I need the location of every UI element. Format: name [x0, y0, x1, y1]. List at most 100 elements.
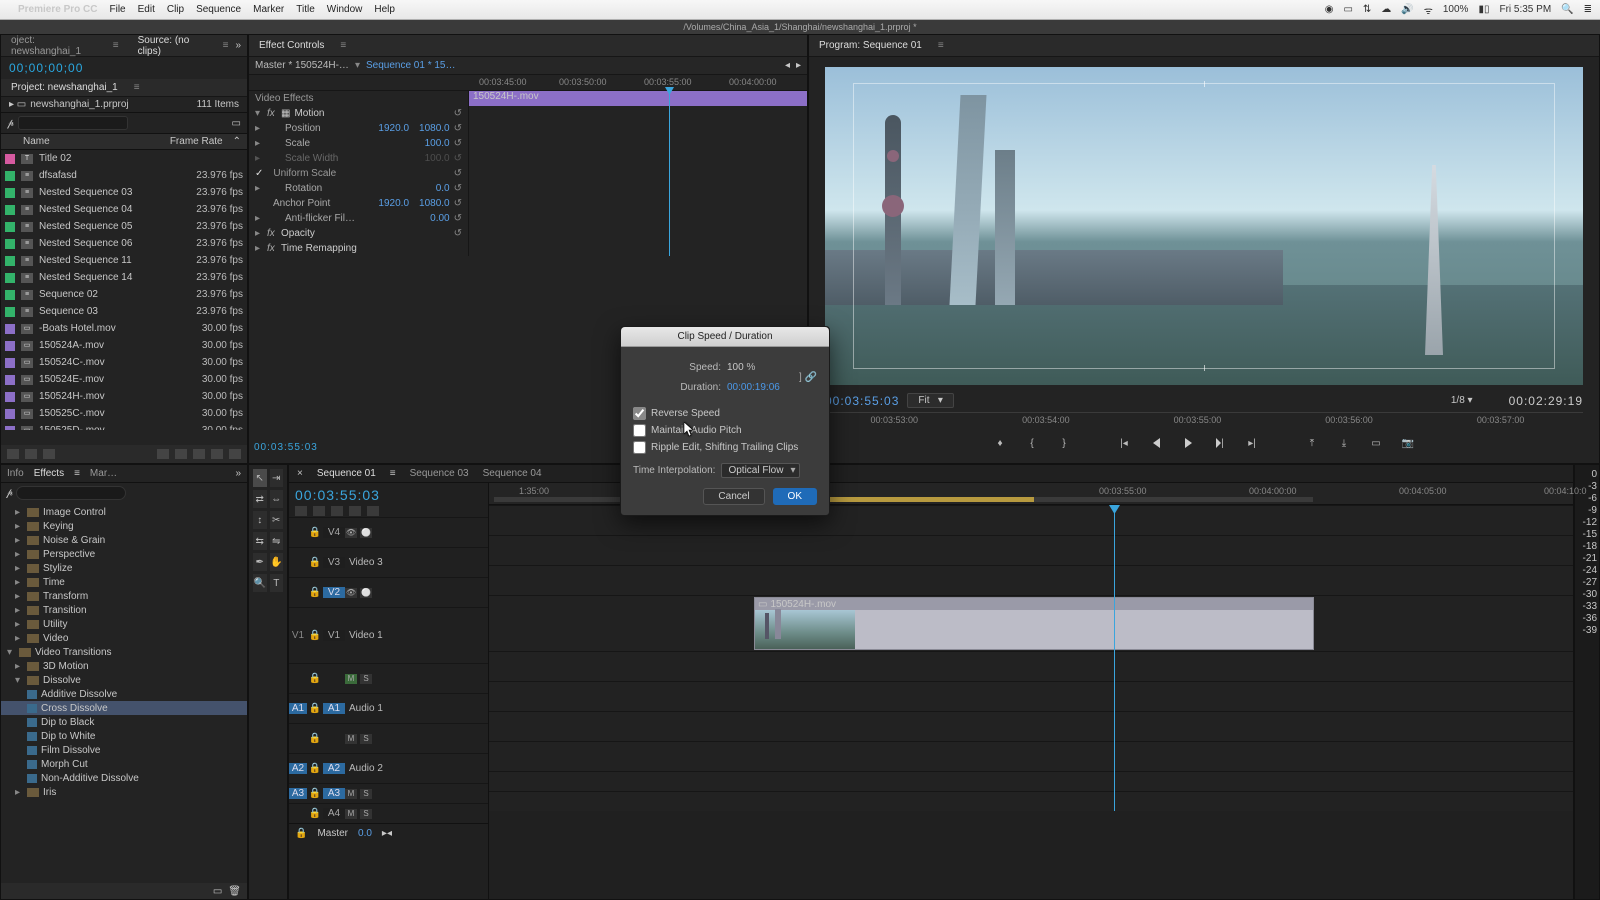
- play-icon[interactable]: [1179, 436, 1197, 450]
- reset-icon[interactable]: ↺: [454, 168, 462, 179]
- track-target[interactable]: A1: [323, 703, 345, 714]
- extract-icon[interactable]: ⤓: [1335, 436, 1353, 450]
- track-select-tool-icon[interactable]: ⇥: [270, 469, 284, 487]
- new-bin-icon[interactable]: ▭: [232, 118, 241, 129]
- reset-icon[interactable]: ↺: [454, 228, 462, 239]
- linked-selection-icon[interactable]: [313, 506, 325, 516]
- effect-preset[interactable]: Morph Cut: [1, 757, 247, 771]
- status-icon[interactable]: ◉: [1325, 4, 1334, 15]
- lock-icon[interactable]: 🔒: [307, 808, 323, 819]
- effects-category[interactable]: ▾Video Transitions: [1, 645, 247, 659]
- ripple-edit-tool-icon[interactable]: ⇄: [253, 490, 267, 508]
- effects-tree[interactable]: ▸Image Control▸Keying▸Noise & Grain▸Pers…: [1, 503, 247, 801]
- ec-opacity[interactable]: Opacity: [281, 228, 450, 239]
- slip-tool-icon[interactable]: ⇆: [253, 532, 267, 550]
- menu-clip[interactable]: Clip: [167, 4, 184, 15]
- source-tab[interactable]: Source: (no clips): [134, 35, 211, 57]
- ec-playhead[interactable]: [669, 91, 670, 256]
- project-item[interactable]: ≡Nested Sequence 0623.976 fps: [1, 235, 247, 252]
- col-sort-icon[interactable]: ⌃: [233, 136, 241, 147]
- effects-category[interactable]: ▸Transform: [1, 589, 247, 603]
- lock-icon[interactable]: 🔒: [307, 527, 323, 538]
- sync-lock-icon[interactable]: ⚪: [360, 588, 372, 598]
- effect-preset[interactable]: Film Dissolve: [1, 743, 247, 757]
- rate-stretch-tool-icon[interactable]: ↕: [253, 511, 267, 529]
- effects-category[interactable]: ▸Image Control: [1, 505, 247, 519]
- new-bin-icon[interactable]: [193, 449, 205, 459]
- lock-icon[interactable]: 🔒: [307, 703, 323, 714]
- new-item-icon[interactable]: [211, 449, 223, 459]
- project-header[interactable]: Project: newshanghai_1: [7, 82, 122, 93]
- find-icon[interactable]: [175, 449, 187, 459]
- panel-menu-icon[interactable]: ≡: [74, 468, 80, 479]
- panel-overflow-icon[interactable]: »: [235, 468, 241, 479]
- speed-input[interactable]: 100: [727, 362, 744, 373]
- project-item[interactable]: ≡Nested Sequence 0423.976 fps: [1, 201, 247, 218]
- ec-rotation-v[interactable]: 0.0: [436, 183, 450, 194]
- panel-menu-icon[interactable]: ≡: [223, 40, 228, 51]
- fx-badge-icon[interactable]: fx: [267, 228, 277, 239]
- lock-icon[interactable]: 🔒: [307, 763, 323, 774]
- sync-lock-icon[interactable]: ⚪: [360, 528, 372, 538]
- work-area-bar[interactable]: [494, 497, 1313, 502]
- project-item[interactable]: ▭150525D-.mov30.00 fps: [1, 422, 247, 430]
- panel-close-icon[interactable]: »: [235, 40, 241, 51]
- selection-tool-icon[interactable]: ↖: [253, 469, 267, 487]
- ok-button[interactable]: OK: [773, 488, 817, 505]
- project-item[interactable]: ≡dfsafasd23.976 fps: [1, 167, 247, 184]
- effects-category[interactable]: ▾Dissolve: [1, 673, 247, 687]
- lock-icon[interactable]: 🔒: [307, 587, 323, 598]
- twirl-icon[interactable]: ▾: [255, 108, 263, 119]
- camera-icon[interactable]: 📷: [1399, 436, 1417, 450]
- ec-antiflicker-v[interactable]: 0.00: [430, 213, 449, 224]
- link-speed-duration-icon[interactable]: ] 🔗: [799, 372, 817, 383]
- ec-position-y[interactable]: 1080.0: [419, 123, 450, 134]
- menu-sequence[interactable]: Sequence: [196, 4, 241, 15]
- timeline-clip[interactable]: ▭150524H-.mov: [754, 597, 1314, 650]
- project-item[interactable]: ≡Nested Sequence 1423.976 fps: [1, 269, 247, 286]
- timeline-tab[interactable]: Sequence 03: [410, 468, 469, 479]
- lock-icon[interactable]: 🔒: [307, 788, 323, 799]
- go-to-out-icon[interactable]: ▸|: [1243, 436, 1261, 450]
- settings-icon[interactable]: [349, 506, 361, 516]
- mute-icon[interactable]: M: [345, 734, 357, 744]
- timeline-timecode[interactable]: 00:03:55:03: [295, 487, 482, 503]
- effect-preset[interactable]: Dip to Black: [1, 715, 247, 729]
- ec-anchor-x[interactable]: 1920.0: [378, 198, 409, 209]
- effects-category[interactable]: ▸Perspective: [1, 547, 247, 561]
- tab-info[interactable]: Info: [7, 468, 24, 479]
- program-fit-dropdown[interactable]: Fit ▾: [907, 393, 953, 408]
- reset-icon[interactable]: ↺: [454, 198, 462, 209]
- ec-uniform[interactable]: Uniform Scale: [269, 168, 449, 179]
- program-timecode[interactable]: 00:03:55:03: [825, 394, 899, 408]
- reset-icon[interactable]: ↺: [454, 183, 462, 194]
- pen-tool-icon[interactable]: ✒: [253, 553, 267, 571]
- maintain-pitch-checkbox[interactable]: Maintain Audio Pitch: [633, 422, 817, 439]
- project-search-input[interactable]: [18, 116, 128, 130]
- project-item[interactable]: ▭150524E-.mov30.00 fps: [1, 371, 247, 388]
- solo-icon[interactable]: S: [360, 734, 372, 744]
- wrench-icon[interactable]: [367, 506, 379, 516]
- effects-category[interactable]: ▸Stylize: [1, 561, 247, 575]
- snap-icon[interactable]: [295, 506, 307, 516]
- effects-category[interactable]: ▸Video: [1, 631, 247, 645]
- ec-motion[interactable]: Motion: [294, 108, 449, 119]
- ec-anchor-y[interactable]: 1080.0: [419, 198, 450, 209]
- source-patch[interactable]: A2: [289, 763, 307, 774]
- project-tab[interactable]: oject: newshanghai_1: [7, 35, 101, 57]
- panel-menu-icon[interactable]: ≡: [390, 468, 396, 479]
- mark-in-icon[interactable]: {: [1023, 436, 1041, 450]
- hand-tool-icon[interactable]: ✋: [270, 553, 284, 571]
- track-target[interactable]: A4: [323, 808, 345, 819]
- project-item[interactable]: ≡Nested Sequence 1123.976 fps: [1, 252, 247, 269]
- track-target[interactable]: A2: [323, 763, 345, 774]
- step-back-icon[interactable]: [1147, 436, 1165, 450]
- reset-icon[interactable]: ↺: [454, 213, 462, 224]
- time-interpolation-dropdown[interactable]: Optical Flow: [721, 463, 800, 478]
- zoom-tool-icon[interactable]: 🔍: [253, 574, 267, 592]
- trash-icon[interactable]: [229, 449, 241, 459]
- program-ruler[interactable]: 00:03:53:00 00:03:54:00 00:03:55:00 00:0…: [825, 412, 1583, 430]
- cancel-button[interactable]: Cancel: [703, 488, 764, 505]
- twirl-icon[interactable]: ▸: [255, 123, 263, 134]
- cloud-icon[interactable]: ☁: [1381, 4, 1391, 15]
